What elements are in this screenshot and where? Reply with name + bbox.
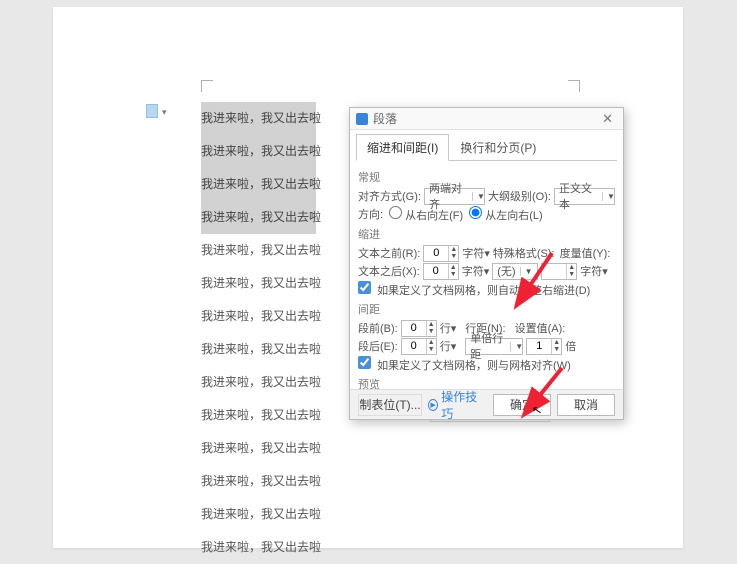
doc-line[interactable]: 我进来啦，我又出去啦	[201, 399, 316, 432]
after-text-label: 文本之后(X):	[358, 263, 420, 279]
app-icon	[356, 113, 368, 125]
play-icon: ▶	[428, 399, 438, 411]
dialog-tabs: 缩进和间距(I) 换行和分页(P)	[356, 134, 617, 161]
after-text-unit[interactable]: 字符▾	[462, 263, 490, 279]
outline-label: 大纲级别(O):	[488, 188, 551, 204]
grid-align-check[interactable]: 如果定义了文档网格，则与网格对齐(W)	[358, 356, 571, 373]
auto-adjust-check[interactable]: 如果定义了文档网格，则自动调整右缩进(D)	[358, 281, 590, 298]
doc-line[interactable]: 我进来啦，我又出去啦	[201, 234, 316, 267]
after-text-spinner[interactable]: ▲▼	[423, 263, 459, 280]
margin-mark-left	[201, 80, 213, 92]
doc-line[interactable]: 我进来啦，我又出去啦	[201, 333, 316, 366]
outline-combo[interactable]: 正文文本▼	[554, 188, 615, 205]
section-indent: 缩进	[358, 226, 615, 242]
special-combo[interactable]: (无)▼	[492, 263, 538, 280]
after-label: 段后(E):	[358, 338, 398, 354]
doc-line[interactable]: 我进来啦，我又出去啦	[201, 135, 316, 168]
document-lines[interactable]: 我进来啦，我又出去啦我进来啦，我又出去啦我进来啦，我又出去啦我进来啦，我又出去啦…	[201, 102, 316, 564]
rtl-radio[interactable]: 从右向左(F)	[386, 206, 463, 223]
dialog-titlebar: 段落 ✕	[350, 108, 623, 130]
before-label: 段前(B):	[358, 320, 398, 336]
tab-pagebreak[interactable]: 换行和分页(P)	[449, 134, 547, 161]
direction-label: 方向:	[358, 206, 383, 222]
before-text-spinner[interactable]: ▲▼	[423, 245, 459, 262]
margin-mark-right	[568, 80, 580, 92]
tips-link[interactable]: ▶ 操作技巧	[428, 388, 481, 422]
doc-line[interactable]: 我进来啦，我又出去啦	[201, 432, 316, 465]
section-spacing: 间距	[358, 301, 615, 317]
doc-icon	[146, 104, 158, 118]
doc-line[interactable]: 我进来啦，我又出去啦	[201, 366, 316, 399]
measure-unit[interactable]: 字符▾	[580, 263, 608, 279]
setvalue-unit: 倍	[565, 338, 576, 354]
before-spinner[interactable]: ▲▼	[401, 320, 437, 337]
align-label: 对齐方式(G):	[358, 188, 421, 204]
doc-line[interactable]: 我进来啦，我又出去啦	[201, 465, 316, 498]
cursor-icon: ↖	[531, 402, 543, 418]
after-spinner[interactable]: ▲▼	[401, 338, 437, 355]
tab-indent[interactable]: 缩进和间距(I)	[356, 134, 449, 161]
before-unit[interactable]: 行▾	[440, 320, 457, 336]
doc-line[interactable]: 我进来啦，我又出去啦	[201, 168, 316, 201]
paragraph-dialog: 段落 ✕ 缩进和间距(I) 换行和分页(P) 常规 对齐方式(G): 两端对齐▼…	[349, 107, 624, 420]
doc-line[interactable]: 我进来啦，我又出去啦	[201, 267, 316, 300]
cancel-button[interactable]: 取消	[557, 394, 615, 416]
doc-line[interactable]: 我进来啦，我又出去啦	[201, 300, 316, 333]
close-icon[interactable]: ✕	[598, 111, 617, 127]
before-text-unit[interactable]: 字符▾	[462, 245, 490, 261]
before-text-label: 文本之前(R):	[358, 245, 420, 261]
setvalue-spinner[interactable]: ▲▼	[526, 338, 562, 355]
measure-spinner[interactable]: ▲▼	[541, 263, 577, 280]
special-label: 特殊格式(S):	[493, 245, 555, 261]
setvalue-label: 设置值(A):	[515, 320, 566, 336]
dialog-title: 段落	[373, 110, 397, 127]
dialog-footer: 制表位(T)... ▶ 操作技巧 确定 取消	[350, 389, 623, 419]
ltr-radio[interactable]: 从左向右(L)	[466, 206, 543, 223]
after-unit[interactable]: 行▾	[440, 338, 457, 354]
doc-line[interactable]: 我进来啦，我又出去啦	[201, 201, 316, 234]
doc-line[interactable]: 我进来啦，我又出去啦	[201, 498, 316, 531]
doc-icon-dropdown[interactable]: ▾	[162, 107, 167, 118]
tabstops-button[interactable]: 制表位(T)...	[358, 394, 422, 416]
align-combo[interactable]: 两端对齐▼	[424, 188, 485, 205]
linespace-combo[interactable]: 单倍行距▼	[465, 338, 523, 355]
doc-line[interactable]: 我进来啦，我又出去啦	[201, 102, 316, 135]
measure-label: 度量值(Y):	[560, 245, 611, 261]
